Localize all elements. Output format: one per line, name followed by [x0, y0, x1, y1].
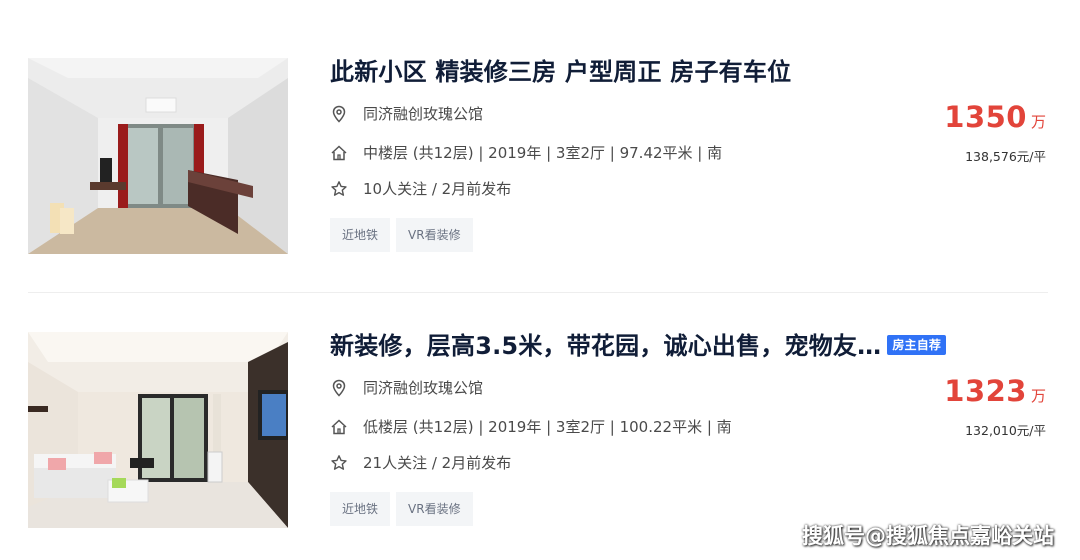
tag-vr-decoration[interactable]: VR看装修 [396, 492, 473, 526]
owner-recommend-badge: 房主自荐 [887, 335, 947, 355]
house-info: 中楼层 (共12层) | 2019年 | 3室2厅 | 97.42平米 | 南 [363, 144, 723, 162]
living-room-photo [28, 332, 288, 528]
community-name[interactable]: 同济融创玫瑰公馆 [363, 377, 483, 399]
listing-photo[interactable] [28, 332, 288, 528]
total-price-unit: 万 [1030, 387, 1046, 405]
star-icon [331, 181, 347, 196]
listing-title[interactable]: 新装修，层高3.5米，带花园，诚心出售，宠物友… 房主自荐 [330, 332, 947, 360]
total-price-value: 1350 [944, 100, 1027, 134]
total-price-value: 1323 [944, 374, 1027, 408]
tag-list: 近地铁 VR看装修 [330, 492, 479, 526]
location-pin-icon [332, 105, 346, 123]
house-icon [331, 419, 347, 435]
house-icon [331, 145, 347, 161]
listing-card[interactable]: 此新小区 精装修三房 户型周正 房子有车位 同济融创玫瑰公馆 中楼层 (共12层… [28, 58, 1048, 254]
total-price: 1350 万 [944, 100, 1046, 134]
follow-info: 21人关注 / 2月前发布 [363, 454, 512, 472]
house-info: 低楼层 (共12层) | 2019年 | 3室2厅 | 100.22平米 | 南 [363, 418, 732, 436]
listing-card[interactable]: 新装修，层高3.5米，带花园，诚心出售，宠物友… 房主自荐 同济融创玫瑰公馆 低楼… [28, 332, 1048, 528]
listing-title[interactable]: 此新小区 精装修三房 户型周正 房子有车位 [330, 58, 791, 86]
listing-title-text[interactable]: 新装修，层高3.5米，带花园，诚心出售，宠物友… [330, 332, 881, 360]
total-price: 1323 万 [944, 374, 1046, 408]
community-name[interactable]: 同济融创玫瑰公馆 [363, 103, 483, 125]
star-icon [331, 455, 347, 470]
listing-divider [28, 292, 1048, 293]
location-pin-icon [332, 379, 346, 397]
tag-list: 近地铁 VR看装修 [330, 218, 479, 252]
listing-title-text[interactable]: 此新小区 精装修三房 户型周正 房子有车位 [330, 58, 791, 86]
living-room-photo [28, 58, 288, 254]
tag-near-subway: 近地铁 [330, 492, 391, 526]
unit-price: 132,010元/平 [965, 423, 1046, 438]
tag-near-subway: 近地铁 [330, 218, 391, 252]
total-price-unit: 万 [1030, 113, 1046, 131]
tag-vr-decoration[interactable]: VR看装修 [396, 218, 473, 252]
follow-info: 10人关注 / 2月前发布 [363, 180, 512, 198]
watermark: 搜狐号@搜狐焦点嘉峪关站 [802, 524, 1054, 548]
listing-photo[interactable] [28, 58, 288, 254]
unit-price: 138,576元/平 [965, 149, 1046, 164]
